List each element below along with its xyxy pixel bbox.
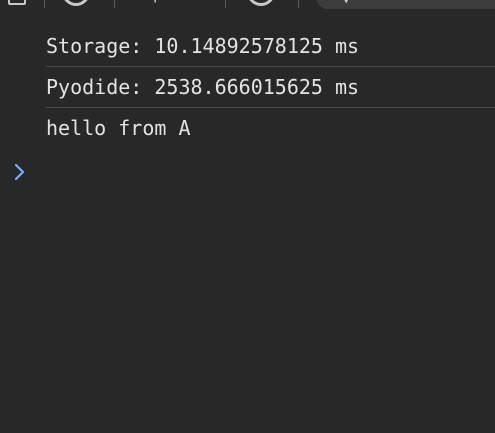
- clear-console-icon[interactable]: [62, 0, 90, 6]
- toolbar-divider: [114, 0, 115, 8]
- sidebar-toggle-icon[interactable]: [8, 0, 26, 5]
- console-message: Storage: 10.14892578125 ms: [46, 26, 495, 67]
- toolbar-divider: [225, 0, 226, 8]
- console-toolbar: top ▼: [0, 0, 495, 9]
- console-messages: Storage: 10.14892578125 ms Pyodide: 2538…: [0, 26, 495, 149]
- filter-icon: ▼: [342, 0, 350, 6]
- filter-input[interactable]: [368, 0, 488, 5]
- chevron-right-icon: [10, 160, 30, 184]
- toolbar-divider: [44, 0, 45, 8]
- context-selector[interactable]: top: [140, 0, 162, 4]
- filter-box[interactable]: ▼: [316, 0, 495, 9]
- console-input[interactable]: [46, 160, 466, 186]
- console-message: hello from A: [46, 116, 191, 140]
- toolbar-divider: [298, 0, 299, 8]
- live-expression-icon[interactable]: [247, 0, 275, 6]
- console-message: Pyodide: 2538.666015625 ms: [46, 67, 495, 108]
